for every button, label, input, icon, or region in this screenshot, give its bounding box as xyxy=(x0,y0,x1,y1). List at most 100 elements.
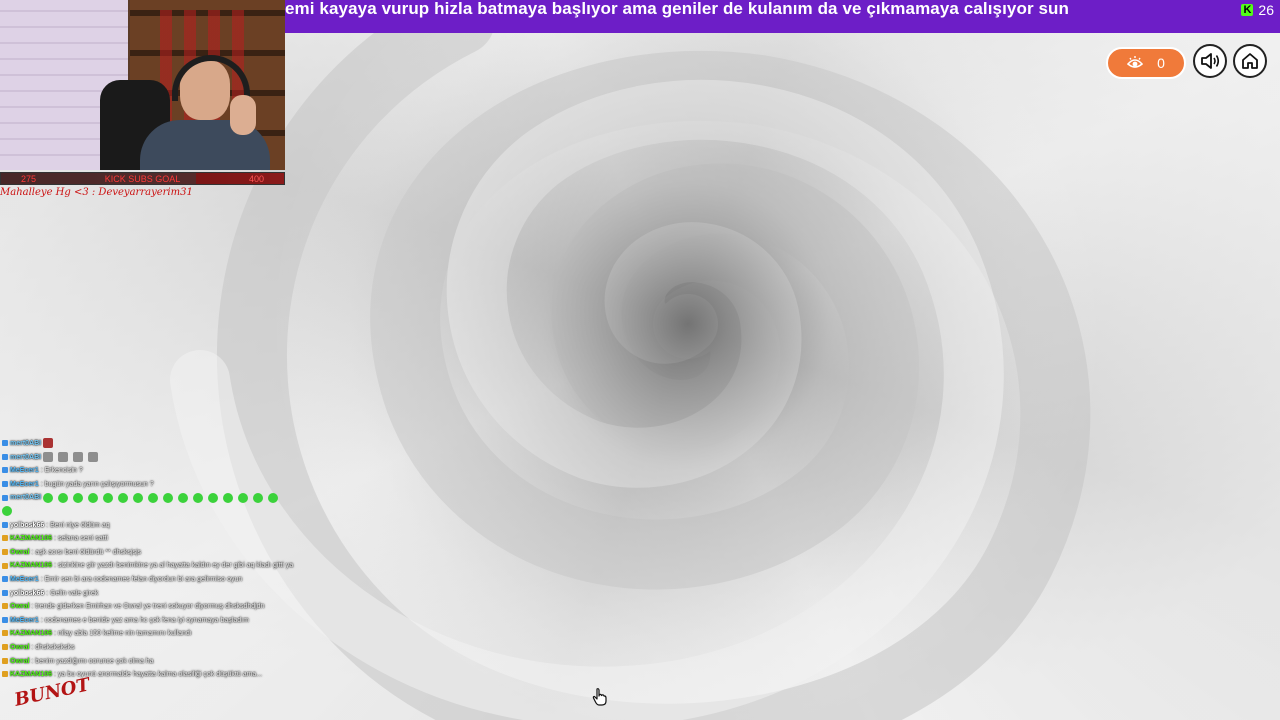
stream-signature: Mahalleye Hg <3 : Deveyarrayerim31 xyxy=(0,187,193,198)
chat-username[interactable]: Owral xyxy=(10,549,29,556)
chat-text: : Emir sen bi ara codenames felan diyord… xyxy=(40,575,243,583)
chat-username[interactable]: Owral xyxy=(10,658,29,665)
emote-icon xyxy=(208,492,219,503)
streamer-hand xyxy=(230,95,256,135)
sub-goal-bar: 275 KICK SUBS GOAL 400 xyxy=(0,172,285,185)
chat-message: Owral : benim yazdığımı oorunce çok olma… xyxy=(2,655,322,669)
chat-username[interactable]: KAZMAN106 xyxy=(10,671,52,678)
chat-text: : nilay abla 150 kelime nin tamamını kul… xyxy=(53,630,192,638)
chat-text: : Beni niye öldüm aq xyxy=(46,521,110,529)
home-icon xyxy=(1242,53,1258,69)
chat-message: MeEcer1 : bugün yada yarın çalışıyormusu… xyxy=(2,478,322,492)
kick-icon: K xyxy=(1241,4,1254,16)
chat-text: : Gelin vale girek xyxy=(46,589,99,597)
chat-badge-icon xyxy=(2,494,8,501)
chat-badge-icon xyxy=(2,480,8,487)
chat-username[interactable]: mert0ABI xyxy=(10,494,41,501)
emote-icon xyxy=(88,451,99,462)
viewer-count: 26 xyxy=(1258,2,1274,18)
chat-username[interactable]: mert0ABI xyxy=(10,440,41,447)
emote-icon xyxy=(133,492,144,503)
chat-badge-icon xyxy=(2,671,8,678)
chat-badge-icon xyxy=(2,603,8,610)
sub-goal-label: KICK SUBS GOAL xyxy=(104,173,181,184)
chat-message: Owral : trende giderken Emirhan ve Owral… xyxy=(2,600,322,614)
chat-badge-icon xyxy=(2,657,8,664)
chat-message: yolbosk66 : Beni niye öldüm aq xyxy=(2,519,322,533)
chat-username[interactable]: KAZMAN106 xyxy=(10,535,52,542)
emote-icon xyxy=(178,492,189,503)
chat-badge-icon xyxy=(2,521,8,528)
emote-icon xyxy=(148,492,159,503)
chat-feed: mert0ABI mert0ABI MeEcer1 : Erkencisin ?… xyxy=(2,437,322,682)
chat-username[interactable]: MeEcer1 xyxy=(10,467,39,474)
chat-message xyxy=(2,505,322,519)
chat-text: : aşk acısı beni öldürdü ** dhsksjsjs xyxy=(31,548,142,556)
chat-badge-icon xyxy=(2,644,8,651)
emote-icon xyxy=(253,492,264,503)
chat-text: : selana seni satti xyxy=(53,535,109,543)
chat-badge-icon xyxy=(2,576,8,583)
emote-icon xyxy=(118,492,129,503)
chat-username[interactable]: Owral xyxy=(10,603,29,610)
emote-icon xyxy=(103,492,114,503)
emote-icon xyxy=(88,492,99,503)
webcam-overlay xyxy=(0,0,285,170)
chat-badge-icon xyxy=(2,562,8,569)
eye-icon xyxy=(1127,56,1144,68)
chat-message: KAZMAN106 : sizinkine şiir yazdı benimki… xyxy=(2,559,322,573)
chat-username[interactable]: KAZMAN106 xyxy=(10,562,52,569)
chat-message: mert0ABI xyxy=(2,437,322,451)
chat-text: : benim yazdığımı oorunce çok olma ha xyxy=(31,657,154,665)
spectator-count: 0 xyxy=(1157,55,1165,71)
emote-icon xyxy=(43,451,54,462)
chat-username[interactable]: MeEcer1 xyxy=(10,617,39,624)
chat-message: MeEcer1 : Emir sen bi ara codenames fela… xyxy=(2,573,322,587)
chat-message: KAZMAN106 : ya bu oyunü anormalde hayatt… xyxy=(2,668,322,682)
chat-message: KAZMAN106 : selana seni satti xyxy=(2,532,322,546)
chat-message: yolbosk66 : Gelin vale girek xyxy=(2,587,322,601)
chat-message: mert0ABI xyxy=(2,491,322,505)
chat-badge-icon xyxy=(2,589,8,596)
sound-button[interactable] xyxy=(1193,44,1227,78)
emote-icon xyxy=(2,506,12,517)
chat-text: : trende giderken Emirhan ve Owral ye tr… xyxy=(31,603,265,611)
home-button[interactable] xyxy=(1233,44,1267,78)
chat-badge-icon xyxy=(2,453,8,460)
emote-icon xyxy=(73,451,84,462)
emote-icon xyxy=(58,451,69,462)
chat-badge-icon xyxy=(2,548,8,555)
emote-icon xyxy=(43,492,54,503)
chat-username[interactable]: yolbosk66 xyxy=(10,522,44,529)
chat-message: MeEcer1 : codenames e benide yaz ama hc … xyxy=(2,614,322,628)
emote-icon xyxy=(223,492,234,503)
chat-badge-icon xyxy=(2,616,8,623)
chat-text: : sizinkine şiir yazdı benimkine ya al h… xyxy=(53,562,294,570)
chat-username[interactable]: KAZMAN106 xyxy=(10,630,52,637)
emote-icon xyxy=(58,492,69,503)
chat-username[interactable]: MeEcer1 xyxy=(10,576,39,583)
emote-icon xyxy=(73,492,84,503)
chat-text: : bugün yada yarın çalışıyormusun ? xyxy=(40,480,154,488)
chat-badge-icon xyxy=(2,440,8,447)
emote-icon xyxy=(238,492,249,503)
chat-username[interactable]: yolbosk66 xyxy=(10,590,44,597)
chat-message: Owral : dhsksksksks xyxy=(2,641,322,655)
sub-goal-target: 400 xyxy=(248,173,264,184)
chat-text: : dhsksksksks xyxy=(31,643,75,651)
spectator-counter[interactable]: 0 xyxy=(1106,47,1186,79)
chat-username[interactable]: Owral xyxy=(10,644,29,651)
emote-icon xyxy=(163,492,174,503)
chat-username[interactable]: MeEcer1 xyxy=(10,481,39,488)
emote-icon xyxy=(43,438,54,449)
chat-message: Owral : aşk acısı beni öldürdü ** dhsksj… xyxy=(2,546,322,560)
sub-goal-current: 275 xyxy=(21,173,37,184)
speaker-icon xyxy=(1201,53,1220,69)
chat-message: mert0ABI xyxy=(2,451,322,465)
banner-scrolling-text: emi kayaya vurup hizla batmaya başlıyor … xyxy=(285,0,1070,18)
chat-text: : Erkencisin ? xyxy=(40,467,83,475)
chat-badge-icon xyxy=(2,535,8,542)
chat-message: KAZMAN106 : nilay abla 150 kelime nin ta… xyxy=(2,627,322,641)
chat-message: MeEcer1 : Erkencisin ? xyxy=(2,464,322,478)
chat-username[interactable]: mert0ABI xyxy=(10,454,41,461)
